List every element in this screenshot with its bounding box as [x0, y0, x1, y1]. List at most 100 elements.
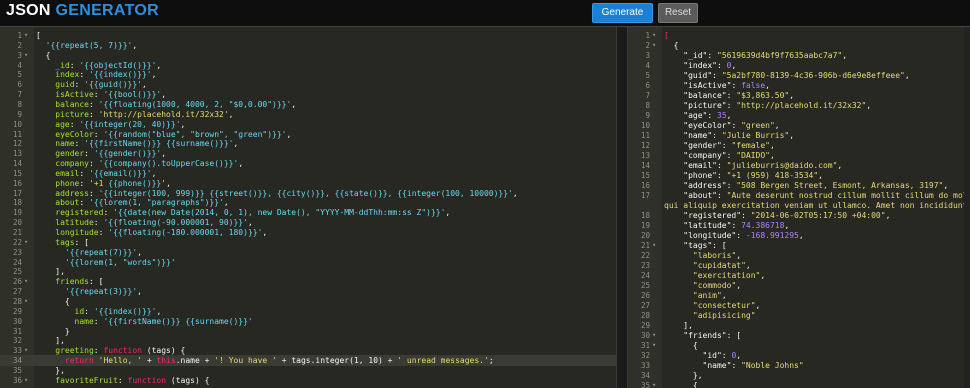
- code-token: ,: [726, 111, 732, 120]
- code-token: "DAIDO": [736, 151, 770, 160]
- code-token: '{{lorem(1, "paragraphs")}}': [89, 198, 224, 208]
- code-token: :: [79, 70, 89, 80]
- code-token: ],: [664, 321, 693, 330]
- code-line[interactable]: 36 ▾ favoriteFruit: function (tags) {: [0, 375, 616, 386]
- code-token: about: [55, 198, 80, 208]
- code-token: : [: [726, 331, 742, 340]
- code-token: "picture": [683, 101, 727, 110]
- code-token: :: [79, 198, 89, 208]
- code-text[interactable]: favoriteFruit: function (tags) {: [36, 375, 209, 386]
- code-token: '{{date(new Date(2014, 0, 1), new Date()…: [113, 208, 446, 218]
- code-token: '{{bool()}}': [103, 90, 162, 100]
- code-token: :: [716, 161, 727, 170]
- template-editor[interactable]: 1 ▾[2 '{{repeat(5, 7)}}', 3 ▾ {4 _id: '{{ob…: [0, 27, 616, 388]
- code-token: ,: [151, 70, 157, 80]
- code-token: 35: [717, 111, 727, 120]
- code-line[interactable]: 35 ▾ {: [628, 380, 970, 388]
- code-token: {: [664, 41, 679, 50]
- code-token: ,: [228, 109, 234, 119]
- code-token: },: [664, 371, 703, 380]
- code-token: ,: [161, 90, 167, 100]
- code-token: ,: [885, 211, 891, 220]
- code-token: "registered": [683, 211, 742, 220]
- code-token: ,: [736, 251, 742, 260]
- code-token: ,: [784, 221, 790, 230]
- code-token: ,: [765, 81, 770, 90]
- code-token: :: [731, 81, 742, 90]
- code-token: :: [117, 375, 128, 385]
- logo-text-json: JSON: [6, 2, 56, 19]
- code-token: ,: [137, 247, 142, 257]
- code-token: age: [55, 119, 70, 129]
- code-token: picture: [55, 109, 89, 119]
- code-token: :: [726, 151, 737, 160]
- code-token: ,: [223, 198, 229, 208]
- code-token: function: [127, 375, 167, 385]
- code-token: greeting: [55, 346, 94, 356]
- code-token: ,: [156, 306, 162, 316]
- code-token: ' unread messages.': [397, 356, 489, 366]
- code-token: '{{integer(100, 999)}} {{street()}}, {{c…: [98, 188, 513, 198]
- fold-toggle-icon[interactable]: ▾: [24, 375, 28, 386]
- app-logo: JSON GENERATOR: [6, 2, 159, 20]
- code-token: friends: [55, 277, 89, 287]
- code-token: ,: [161, 149, 167, 159]
- code-token: '{{floating(-180.000001, 180)}}': [108, 228, 263, 237]
- code-token: :: [707, 111, 717, 120]
- code-token: ],: [36, 267, 65, 277]
- result-editor[interactable]: 1 ▾[2 ▾ {3 "_id": "5619639d4bf9f7635aabc7a…: [628, 27, 970, 388]
- code-token: ],: [36, 336, 65, 346]
- code-token: [: [36, 31, 41, 40]
- code-token: :: [93, 316, 104, 326]
- code-token: ,: [736, 351, 742, 360]
- code-token: (tags) {: [166, 375, 210, 385]
- code-token: id: [74, 306, 85, 316]
- code-token: ,: [904, 71, 910, 80]
- code-token: gender: [55, 149, 85, 159]
- code-token: :: [93, 90, 104, 100]
- code-token: '{{repeat(5, 7)}}': [45, 40, 133, 50]
- code-token: index: [55, 70, 80, 80]
- code-token: :: [88, 99, 99, 109]
- code-token: : [: [88, 277, 104, 287]
- code-token: '{{guid()}}': [84, 80, 142, 90]
- result-scrollbar[interactable]: [964, 27, 970, 388]
- reset-button[interactable]: Reset: [658, 3, 698, 23]
- code-token: :: [93, 346, 104, 356]
- code-text[interactable]: {: [664, 380, 698, 388]
- code-token: :: [88, 159, 99, 169]
- code-token: '{{lorem(1, "words")}}': [64, 257, 176, 267]
- code-token: "friends": [683, 331, 727, 340]
- code-token: ,: [721, 291, 727, 300]
- code-token: "age": [683, 111, 708, 120]
- code-token: "gender": [683, 141, 722, 150]
- generate-button[interactable]: Generate: [592, 3, 653, 23]
- pane-splitter[interactable]: [616, 27, 628, 388]
- code-token: ,: [769, 151, 775, 160]
- code-token: -168.991295: [745, 231, 799, 240]
- code-token: '{{firstName()}} {{surname()}}': [103, 316, 253, 326]
- code-token: _id: [55, 60, 70, 70]
- fold-toggle-icon[interactable]: ▾: [652, 380, 656, 388]
- code-token: {: [36, 296, 70, 306]
- code-token: "2014-06-02T05:17:50 +04:00": [750, 211, 886, 220]
- code-token: '{{repeat(7)}}': [64, 247, 138, 257]
